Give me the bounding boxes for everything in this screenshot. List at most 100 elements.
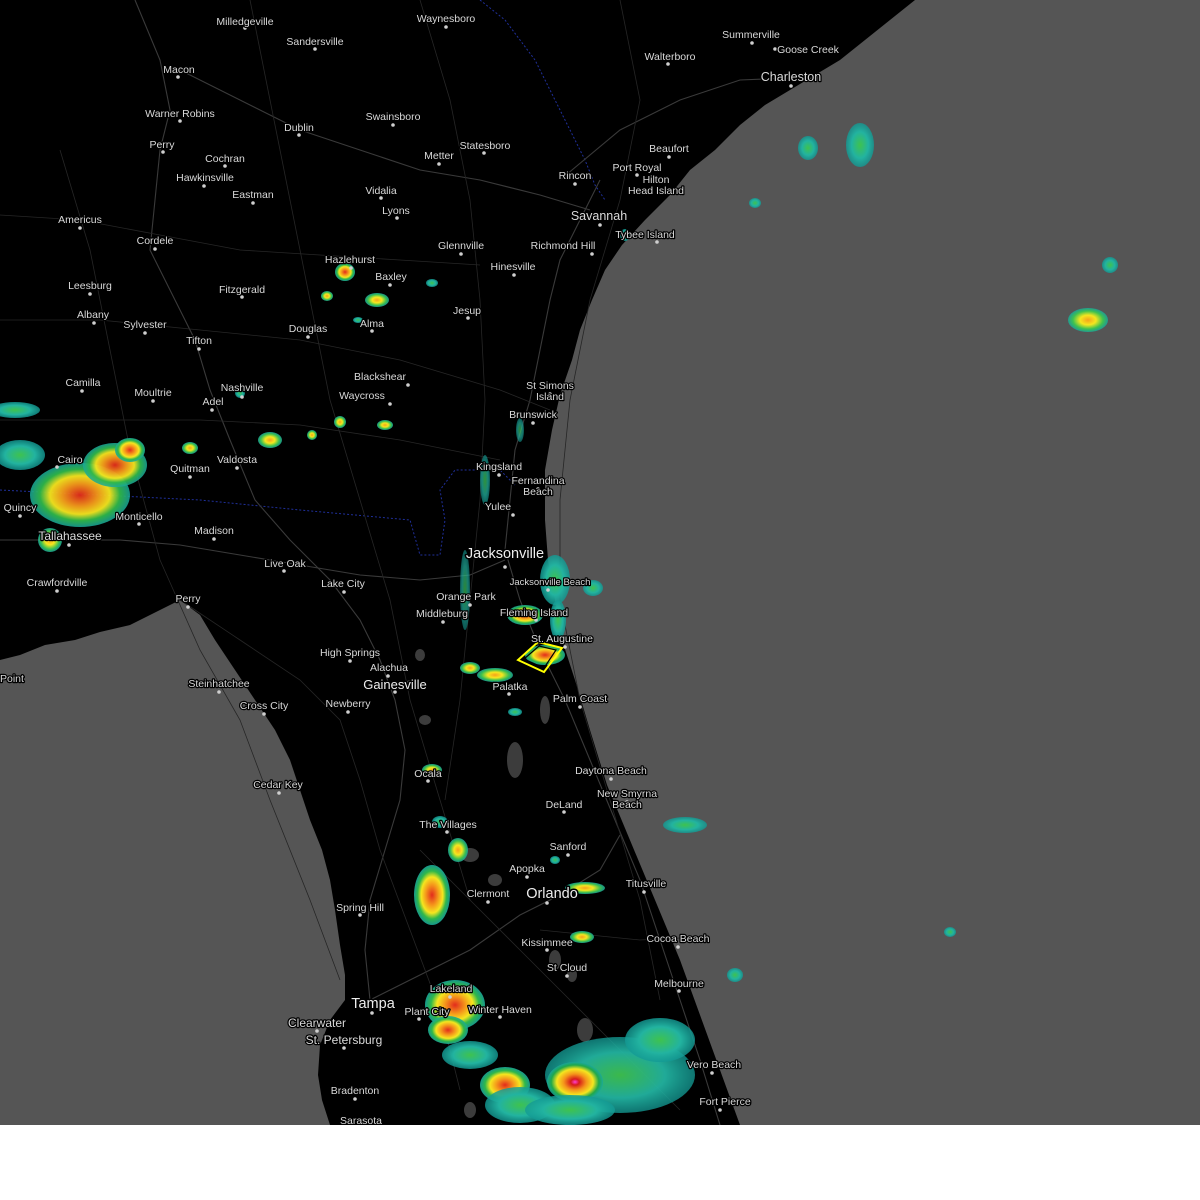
city-label: Savannah <box>571 209 627 223</box>
city-label: Plant City <box>405 1006 451 1018</box>
radar-cell-homerville <box>307 430 317 440</box>
city-label: Madison <box>194 525 234 537</box>
city-label: Point <box>0 673 24 685</box>
lake-george <box>507 742 523 778</box>
city-label: Douglas <box>289 323 328 335</box>
city-label: Clermont <box>467 888 510 900</box>
city-label: Valdosta <box>217 454 257 466</box>
page-background-footer <box>0 1125 1200 1200</box>
city-label: Lake City <box>321 578 366 590</box>
city-label: Tallahassee <box>38 529 102 543</box>
city-label: Beaufort <box>649 143 689 155</box>
city-label: Alma <box>360 318 384 330</box>
lake-santa-fe <box>415 649 425 661</box>
city-label: Summerville <box>722 29 780 41</box>
i-10 <box>0 539 506 581</box>
city-label-major: Orlando <box>526 886 578 902</box>
city-label: Cross City <box>240 700 289 712</box>
city-label: Palatka <box>492 681 527 693</box>
city-label: Goose Creek <box>777 44 840 56</box>
city-label: Richmond Hill <box>531 240 596 252</box>
i-4 <box>369 834 621 1001</box>
radar-cell-cairo-north <box>115 438 145 462</box>
city-label: Kissimmee <box>521 937 573 949</box>
city-label: Milledgeville <box>216 16 273 28</box>
city-label: Glennville <box>438 240 484 252</box>
city-label: Albany <box>77 309 110 321</box>
city-label: Cordele <box>137 235 174 247</box>
city-label: Blackshear <box>354 371 406 383</box>
city-label: Palm Coast <box>553 693 607 705</box>
city-label-major: Tampa <box>351 996 395 1012</box>
city-label: Waycross <box>339 390 385 402</box>
radar-cell-offshore-beaufort <box>749 198 761 208</box>
city-label: Monticello <box>115 511 162 523</box>
city-label: Hazlehurst <box>325 254 375 266</box>
city-label: Beach <box>523 486 553 498</box>
city-label: Steinhatchee <box>188 678 249 690</box>
city-label: Daytona Beach <box>575 765 647 777</box>
city-label: Waynesboro <box>417 13 476 25</box>
radar-cell-blackshear <box>377 420 393 430</box>
lake-crescent <box>540 696 550 724</box>
city-label: Sanford <box>550 841 587 853</box>
radar-cell-palatka <box>477 668 513 682</box>
radar-cell-plant-city <box>428 1016 468 1044</box>
city-label: Adel <box>202 396 223 408</box>
city-label: Jesup <box>453 305 481 317</box>
radar-map[interactable]: Milledgeville Waynesboro Summerville Goo… <box>0 0 1200 1125</box>
city-label: Lakeland <box>430 983 473 995</box>
radar-cell-far-offshore <box>1068 308 1108 332</box>
city-label: Bradenton <box>331 1085 380 1097</box>
city-label: Rincon <box>559 170 592 182</box>
radar-cell-lakeland-south <box>442 1041 498 1069</box>
orange-lake <box>419 715 431 725</box>
radar-cell-palm-coast <box>508 708 522 716</box>
city-label: Metter <box>424 150 454 162</box>
city-label: Walterboro <box>645 51 696 63</box>
city-label: Orange Park <box>436 591 496 603</box>
radar-cell-brunswick <box>516 418 524 442</box>
city-label: The Villages <box>419 819 477 831</box>
city-label: Port Royal <box>612 162 661 174</box>
city-label: Sarasota <box>340 1115 382 1125</box>
radar-cell-west-tail <box>0 440 45 470</box>
radar-cell-spring-hill <box>414 865 450 925</box>
city-label: Nashville <box>221 382 264 394</box>
city-label: Yulee <box>485 501 511 513</box>
city-label: Crawfordville <box>27 577 88 589</box>
city-label: Cocoa Beach <box>646 933 709 945</box>
city-label: Beach <box>612 799 642 811</box>
city-label: Alachua <box>370 662 408 674</box>
city-label: Dublin <box>284 122 314 134</box>
city-label: Titusville <box>626 878 667 890</box>
city-label: Ocala <box>414 768 442 780</box>
city-label: Lyons <box>382 205 410 217</box>
city-label: Spring Hill <box>336 902 384 914</box>
radar-cell-kissimmee <box>570 931 594 943</box>
city-label: Tybee Island <box>615 229 675 241</box>
gulf-of-mexico <box>0 600 345 1125</box>
radar-cell-cocoa-offshore <box>944 927 956 937</box>
radar-cell-melbourne-offshore <box>727 968 743 982</box>
city-label: Charleston <box>761 70 821 84</box>
city-label: Camilla <box>65 377 100 389</box>
city-label: Macon <box>163 64 195 76</box>
city-label: Fleming Island <box>500 607 568 619</box>
radar-cell-far-offshore-north <box>1102 257 1118 273</box>
radar-cell-douglas <box>321 291 333 301</box>
radar-cell-new-smyrna-offshore <box>663 817 707 833</box>
city-label: Cochran <box>205 153 245 165</box>
city-label: Live Oak <box>264 558 306 570</box>
city-label: Brunswick <box>509 409 558 421</box>
city-label: St. Petersburg <box>306 1033 383 1047</box>
city-label: Baxley <box>375 271 407 283</box>
city-label: Melbourne <box>654 978 704 990</box>
city-label: High Springs <box>320 647 380 659</box>
city-label: St. Augustine <box>531 633 593 645</box>
radar-cell-valdosta <box>258 432 282 448</box>
city-label: Quitman <box>170 463 210 475</box>
city-label: Kingsland <box>476 461 522 473</box>
radar-cell-offshore-charleston <box>846 123 874 167</box>
radar-cell-baxley-east <box>426 279 438 287</box>
